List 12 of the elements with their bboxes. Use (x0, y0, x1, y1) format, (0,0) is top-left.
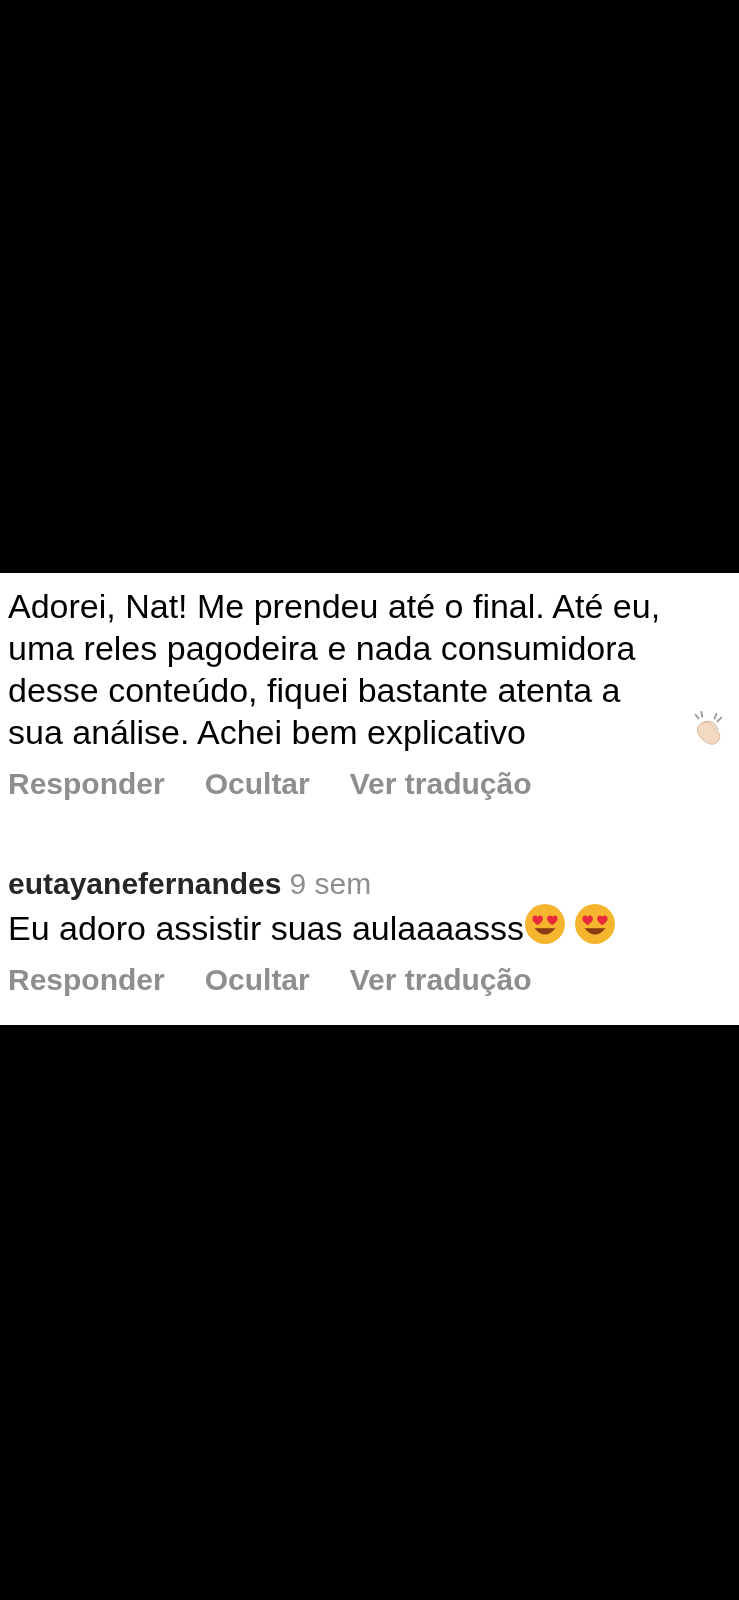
username[interactable]: eutayanefernandes (8, 865, 282, 903)
comment-action-link[interactable]: Ocultar (204, 765, 310, 803)
comment-text: Eu adoro assistir suas aulaaaasss (8, 908, 524, 949)
heart-eyes-emoji-icon (573, 903, 616, 945)
heart-eyes-emoji-icon (523, 903, 566, 945)
comment-time: 9 sem (289, 866, 372, 902)
comment-action-link[interactable]: Ver tradução (349, 765, 532, 803)
comment-action-link[interactable]: Responder (8, 961, 165, 999)
comment-text: Adorei, Nat! Me prendeu até o final. Até eu, uma reles pagodeira e nada consumidora desse conteúdo, fiquei bastante atenta a sua análise. Achei bem explicativo (8, 586, 662, 753)
comment-action-link[interactable]: Responder (8, 765, 165, 803)
comment-action-link[interactable]: Ocultar (204, 961, 310, 999)
comment-action-link[interactable]: Ver tradução (349, 961, 532, 999)
